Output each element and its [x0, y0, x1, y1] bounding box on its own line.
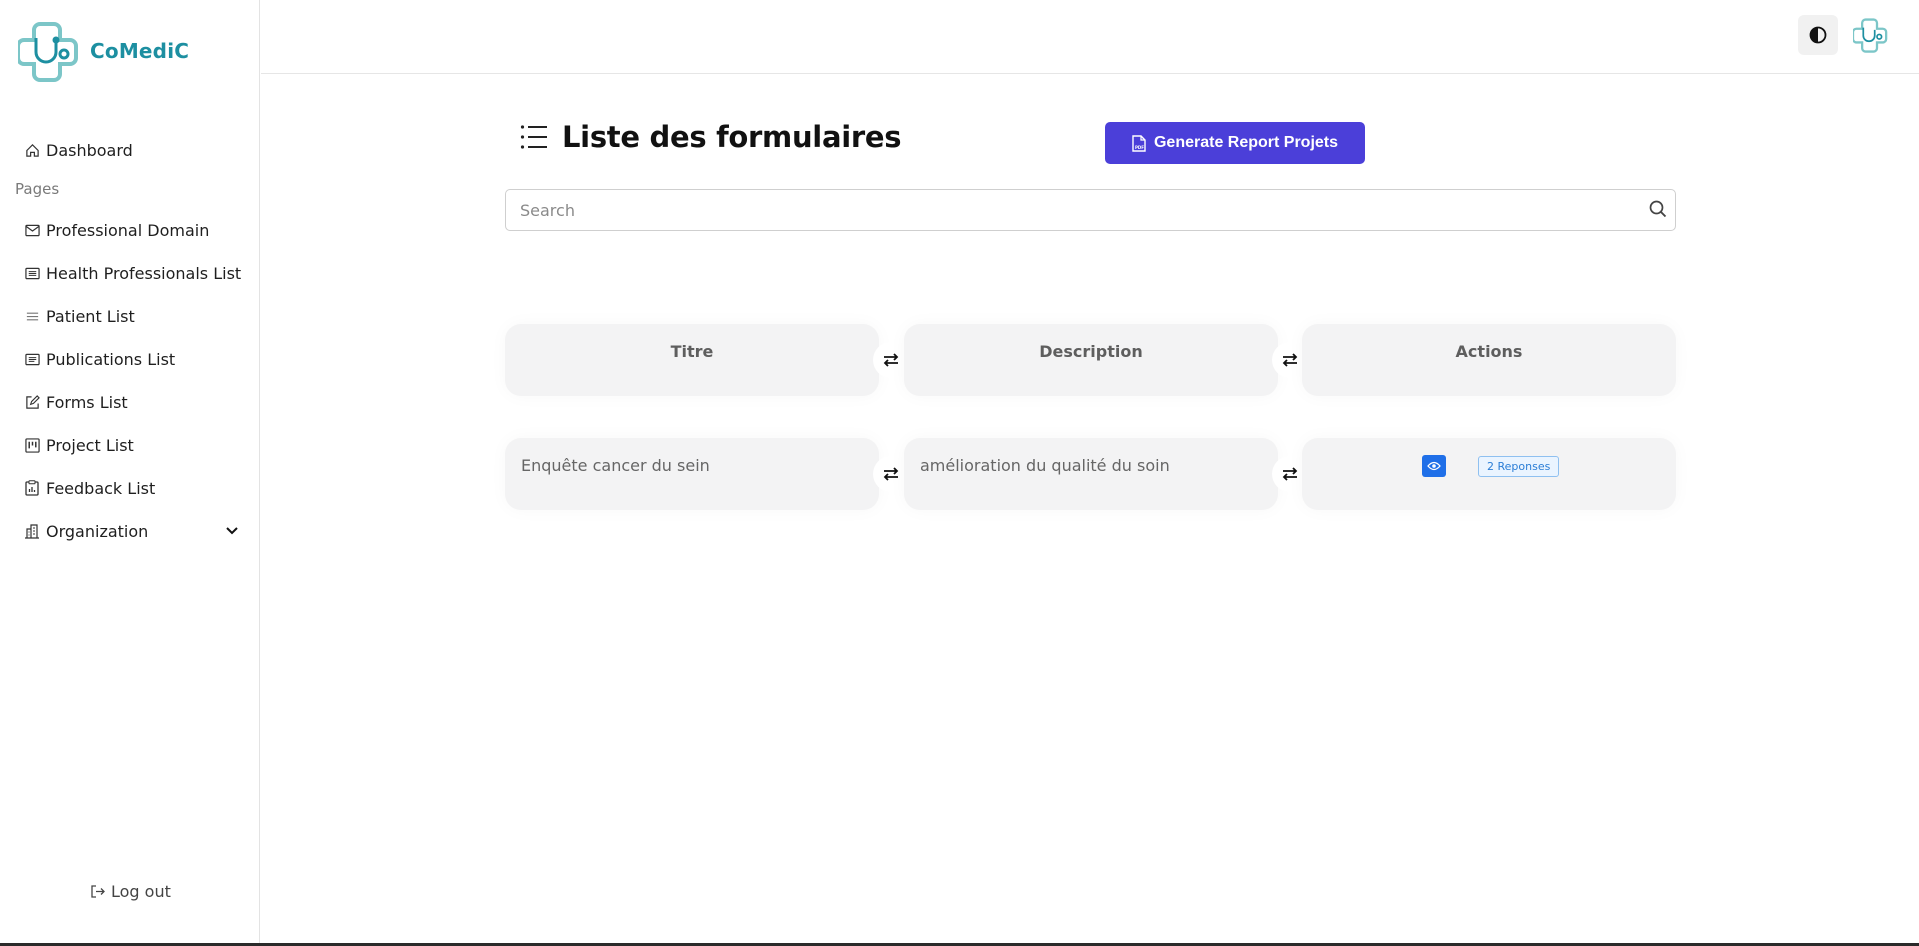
sidebar-item-publications-list[interactable]: Publications List [24, 348, 175, 370]
search-bar [505, 189, 1676, 231]
list-icon [520, 125, 547, 149]
app-name: CoMediC [90, 39, 190, 63]
sidebar-section-pages: Pages [15, 180, 60, 198]
kanban-icon [24, 437, 40, 453]
logout-button[interactable]: Log out [90, 882, 171, 901]
pdf-file-icon: PDF [1132, 134, 1146, 152]
sidebar-item-label: Forms List [46, 392, 128, 412]
sidebar-item-project-list[interactable]: Project List [24, 434, 134, 456]
clipboard-chart-icon [24, 480, 40, 496]
column-header-actions: Actions [1302, 324, 1676, 396]
sidebar-item-label: Publications List [46, 349, 176, 369]
sidebar-item-label: Feedback List [46, 478, 156, 498]
medical-cross-logo-icon [18, 22, 78, 82]
svg-text:PDF: PDF [1135, 145, 1144, 150]
column-header-description: Description [904, 324, 1278, 396]
home-icon [24, 142, 40, 158]
view-button[interactable] [1422, 455, 1446, 477]
sidebar-item-organization[interactable]: Organization [24, 520, 148, 542]
app-logo[interactable]: CoMediC [18, 18, 189, 84]
top-bar [261, 0, 1919, 74]
sidebar: CoMediC Dashboard Pages Professional Dom… [0, 0, 260, 943]
search-input[interactable] [520, 190, 1640, 230]
list-card-icon [24, 351, 40, 367]
chevron-down-icon[interactable] [224, 522, 240, 538]
sidebar-item-feedback-list[interactable]: Feedback List [24, 477, 155, 499]
logout-label: Log out [111, 882, 171, 901]
sidebar-item-dashboard[interactable]: Dashboard [24, 139, 133, 161]
contrast-icon [1809, 26, 1827, 44]
form-description: amélioration du qualité du soin [920, 456, 1170, 475]
search-icon[interactable] [1649, 200, 1669, 220]
list-card-icon [24, 265, 40, 281]
column-header-label: Actions [1455, 342, 1523, 361]
sidebar-item-label: Dashboard [46, 140, 133, 160]
sidebar-item-professional-domain[interactable]: Professional Domain [24, 219, 209, 241]
envelope-icon [24, 222, 40, 238]
theme-toggle-button[interactable] [1798, 15, 1838, 55]
column-header-label: Titre [670, 342, 714, 361]
generate-report-label: Generate Report Projets [1153, 134, 1339, 151]
edit-icon [24, 394, 40, 410]
page-title: Liste des formulaires [562, 120, 902, 154]
page-header: Liste des formulaires [520, 120, 901, 154]
avatar[interactable] [1851, 15, 1893, 55]
medical-cross-avatar-icon [1851, 18, 1888, 53]
sidebar-item-label: Health Professionals List [46, 263, 242, 283]
sidebar-item-label: Professional Domain [46, 220, 210, 240]
generate-report-button[interactable]: PDF Generate Report Projets [1105, 122, 1365, 164]
responses-badge[interactable]: 2 Reponses [1478, 456, 1560, 477]
sidebar-item-forms-list[interactable]: Forms List [24, 391, 128, 413]
logout-icon [90, 884, 106, 899]
sidebar-item-label: Patient List [46, 306, 135, 326]
column-header-titre: Titre [505, 324, 879, 396]
column-header-label: Description [1039, 342, 1143, 361]
sidebar-item-patient-list[interactable]: Patient List [24, 305, 135, 327]
building-icon [24, 523, 40, 539]
sidebar-item-health-professionals-list[interactable]: Health Professionals List [24, 262, 241, 284]
lines-icon [24, 308, 40, 324]
form-title: Enquête cancer du sein [521, 456, 710, 475]
sidebar-item-label: Project List [46, 435, 134, 455]
table-row-cell-titre: Enquête cancer du sein [505, 438, 879, 510]
sidebar-item-label: Organization [46, 521, 149, 541]
table-row-cell-description: amélioration du qualité du soin [904, 438, 1278, 510]
eye-icon [1427, 461, 1441, 471]
